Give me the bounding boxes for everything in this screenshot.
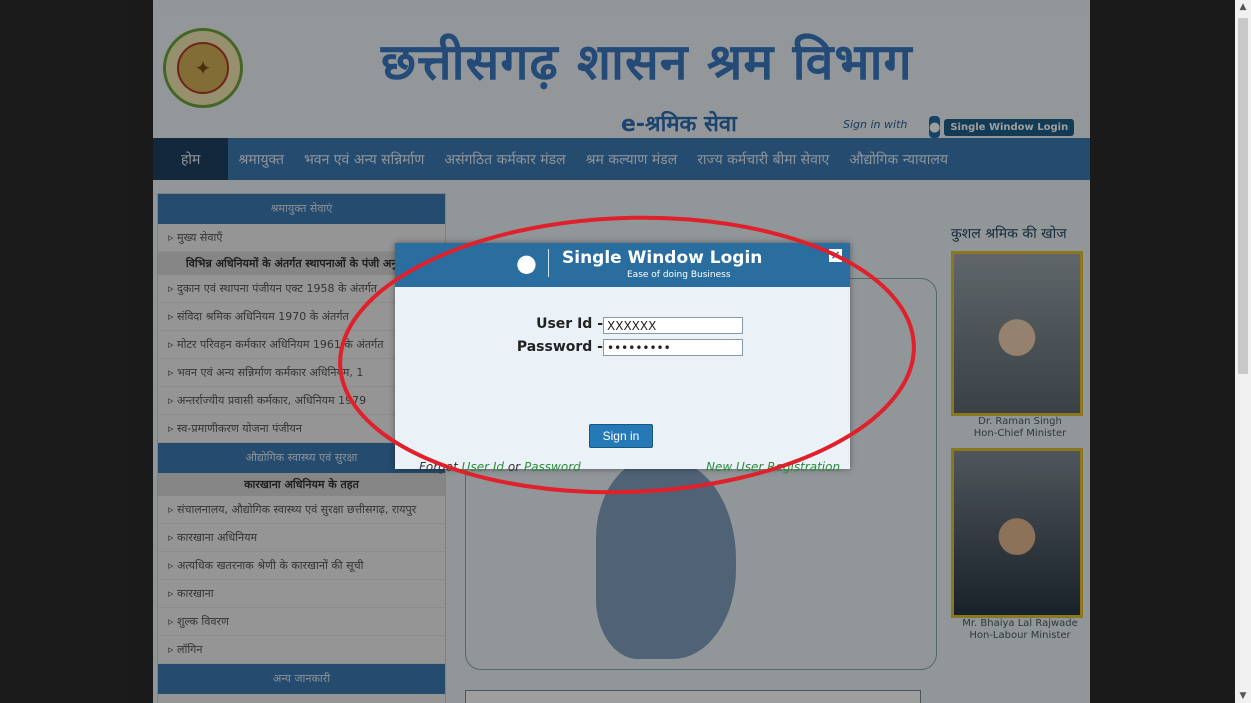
annotation-ellipse	[338, 215, 916, 495]
scrollbar-thumb[interactable]	[1238, 18, 1248, 374]
red-highlight-ellipse	[338, 215, 916, 495]
vertical-scrollbar[interactable]: ▲ ▼	[1235, 0, 1251, 703]
scroll-down-icon[interactable]: ▼	[1235, 689, 1251, 703]
scroll-up-icon[interactable]: ▲	[1235, 0, 1251, 14]
